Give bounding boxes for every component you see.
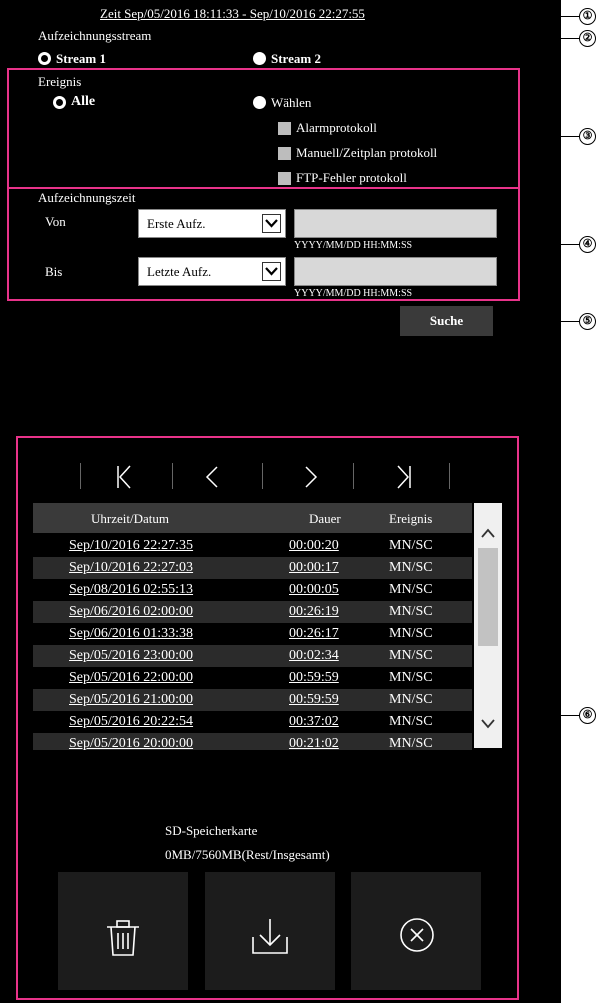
callout-2: ②: [579, 30, 596, 47]
download-button[interactable]: [205, 872, 335, 990]
table-row[interactable]: Sep/06/2016 01:33:38 00:26:17 MN/SC: [33, 623, 472, 645]
row-duration-link[interactable]: 00:00:17: [289, 560, 339, 576]
row-duration-link[interactable]: 00:21:02: [289, 736, 339, 750]
row-event: MN/SC: [389, 604, 433, 619]
row-event: MN/SC: [389, 692, 433, 707]
row-datetime-link[interactable]: Sep/05/2016 20:00:00: [69, 736, 193, 750]
trash-icon: [105, 919, 141, 962]
row-event: MN/SC: [389, 560, 433, 575]
close-circle-icon: [399, 917, 435, 958]
row-duration-link[interactable]: 00:59:59: [289, 692, 339, 708]
table-row[interactable]: Sep/05/2016 22:00:00 00:59:59 MN/SC: [33, 667, 472, 689]
row-datetime-link[interactable]: Sep/05/2016 23:00:00: [69, 648, 193, 664]
row-duration-link[interactable]: 00:26:17: [289, 626, 339, 642]
col-datetime: Uhrzeit/Datum: [91, 511, 169, 526]
row-event: MN/SC: [389, 582, 433, 597]
callout-line-2: [175, 38, 580, 39]
row-datetime-link[interactable]: Sep/05/2016 21:00:00: [69, 692, 193, 708]
table-header: Uhrzeit/Datum Dauer Ereignis: [33, 503, 472, 533]
row-duration-link[interactable]: 00:37:02: [289, 714, 339, 730]
callout-4: ④: [579, 236, 596, 253]
row-duration-link[interactable]: 00:00:20: [289, 538, 339, 554]
callout-line-1: [420, 16, 580, 17]
row-datetime-link[interactable]: Sep/06/2016 02:00:00: [69, 604, 193, 620]
callout-1: ①: [579, 8, 596, 25]
callout-5: ⑤: [579, 313, 596, 330]
recording-list-panel: Zeit Sep/05/2016 18:11:33 - Sep/10/2016 …: [0, 0, 561, 1003]
col-duration: Dauer: [309, 511, 341, 526]
table-row[interactable]: Sep/08/2016 02:55:13 00:00:05 MN/SC: [33, 579, 472, 601]
callout-line-6: [519, 715, 580, 716]
sd-card-capacity: 0MB/7560MB(Rest/Insgesamt): [165, 847, 330, 862]
table-row[interactable]: Sep/05/2016 23:00:00 00:02:34 MN/SC: [33, 645, 472, 667]
row-event: MN/SC: [389, 714, 433, 729]
table-row[interactable]: Sep/06/2016 02:00:00 00:26:19 MN/SC: [33, 601, 472, 623]
row-datetime-link[interactable]: Sep/05/2016 22:00:00: [69, 670, 193, 686]
row-datetime-link[interactable]: Sep/10/2016 22:27:03: [69, 560, 193, 576]
row-event: MN/SC: [389, 626, 433, 641]
row-datetime-link[interactable]: Sep/05/2016 20:22:54: [69, 714, 193, 730]
row-duration-link[interactable]: 00:00:05: [289, 582, 339, 598]
row-datetime-link[interactable]: Sep/08/2016 02:55:13: [69, 582, 193, 598]
close-button[interactable]: [351, 872, 481, 990]
row-datetime-link[interactable]: Sep/10/2016 22:27:35: [69, 538, 193, 554]
scroll-thumb[interactable]: [478, 548, 498, 646]
callout-line-4: [520, 244, 580, 245]
scroll-down-icon[interactable]: [481, 716, 495, 734]
scrollbar[interactable]: [474, 503, 502, 748]
row-event: MN/SC: [389, 538, 433, 553]
row-event: MN/SC: [389, 736, 433, 750]
table-row[interactable]: Sep/05/2016 21:00:00 00:59:59 MN/SC: [33, 689, 472, 711]
row-duration-link[interactable]: 00:59:59: [289, 670, 339, 686]
row-duration-link[interactable]: 00:02:34: [289, 648, 339, 664]
col-event: Ereignis: [389, 511, 433, 526]
table-row[interactable]: Sep/10/2016 22:27:35 00:00:20 MN/SC: [33, 535, 472, 557]
table-row[interactable]: Sep/05/2016 20:22:54 00:37:02 MN/SC: [33, 711, 472, 733]
sd-card-title: SD-Speicherkarte: [165, 823, 258, 838]
callout-6: ⑥: [579, 707, 596, 724]
download-icon: [251, 917, 289, 960]
delete-button[interactable]: [58, 872, 188, 990]
table-row[interactable]: Sep/05/2016 20:00:00 00:21:02 MN/SC: [33, 733, 472, 750]
callout-3: ③: [579, 128, 596, 145]
row-duration-link[interactable]: 00:26:19: [289, 604, 339, 620]
callout-line-5: [493, 321, 580, 322]
row-event: MN/SC: [389, 670, 433, 685]
callout-line-3: [520, 136, 580, 137]
row-datetime-link[interactable]: Sep/06/2016 01:33:38: [69, 626, 193, 642]
scroll-up-icon[interactable]: [481, 525, 495, 543]
row-event: MN/SC: [389, 648, 433, 663]
table-row[interactable]: Sep/10/2016 22:27:03 00:00:17 MN/SC: [33, 557, 472, 579]
